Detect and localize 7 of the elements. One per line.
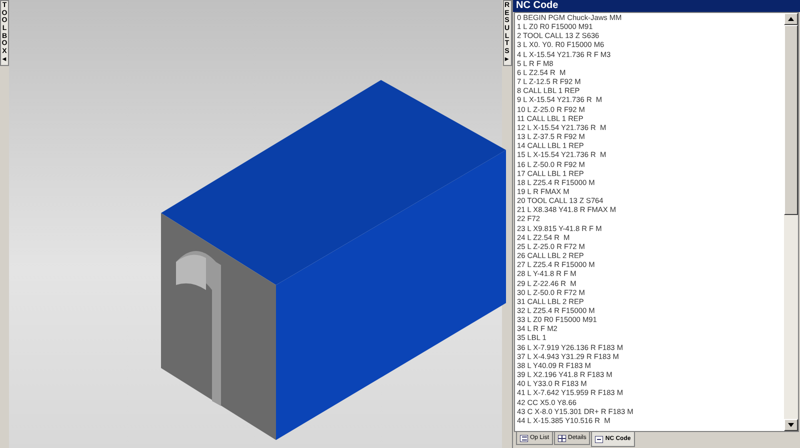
up-arrow-icon: [788, 17, 794, 21]
grid-icon: [558, 434, 566, 442]
scrollbar[interactable]: [784, 13, 798, 431]
panel-title: NC Code: [513, 0, 800, 12]
down-arrow-icon: [788, 423, 794, 427]
list-icon: [520, 434, 528, 442]
document-icon: [595, 436, 604, 442]
